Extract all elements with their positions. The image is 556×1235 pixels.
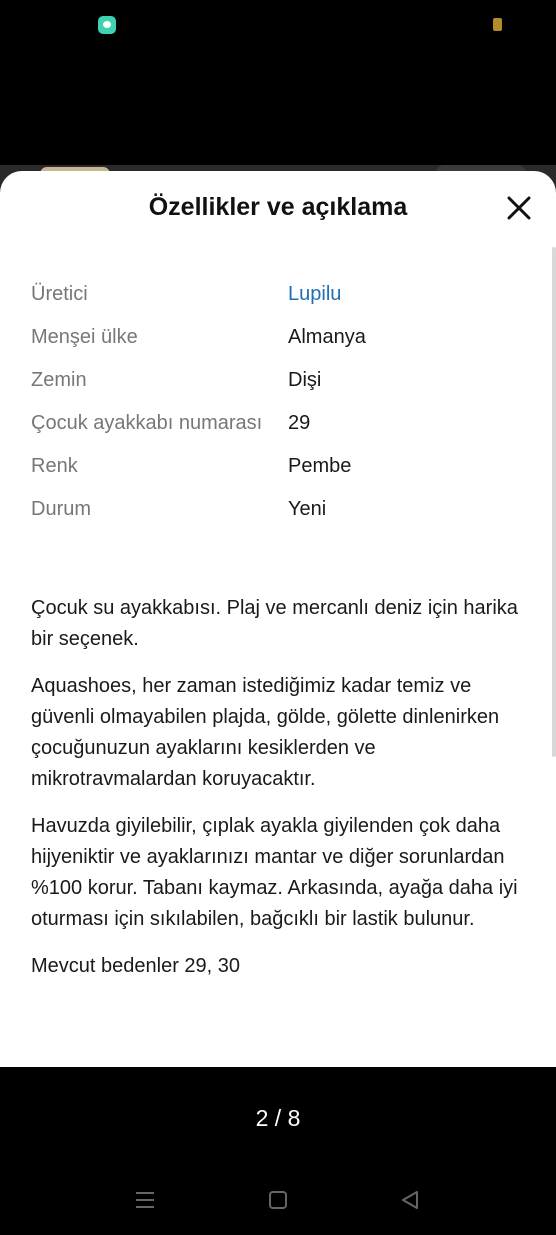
property-label: Çocuk ayakkabı numarası <box>31 412 263 434</box>
close-icon <box>507 196 531 220</box>
recents-icon <box>136 1192 154 1208</box>
back-button[interactable] <box>390 1180 430 1222</box>
home-button[interactable] <box>258 1180 298 1222</box>
close-button[interactable] <box>506 195 532 221</box>
description-paragraph: Havuzda giyilebilir, çıplak ayakla giyil… <box>31 815 518 930</box>
property-label: Renk <box>31 455 78 477</box>
property-label: Üretici <box>31 283 88 305</box>
scrollbar[interactable] <box>552 247 556 757</box>
property-row-origin: Menşei ülke Almanya <box>31 322 511 353</box>
property-value: Pembe <box>288 455 352 477</box>
battery-icon <box>493 18 502 31</box>
details-sheet: Özellikler ve açıklama Üretici Lupilu Me… <box>0 171 556 1067</box>
description: Çocuk su ayakkabısı. Plaj ve mercanlı de… <box>31 593 526 998</box>
description-paragraph: Aquashoes, her zaman istediğimiz kadar t… <box>31 675 500 790</box>
property-row-manufacturer: Üretici Lupilu <box>31 279 511 310</box>
property-row-shoe-size: Çocuk ayakkabı numarası 29 <box>31 408 511 439</box>
system-nav-bar <box>0 1180 556 1222</box>
status-bar <box>0 0 556 52</box>
property-value: Almanya <box>288 326 366 348</box>
property-row-condition: Durum Yeni <box>31 494 511 525</box>
description-paragraph: Çocuk su ayakkabısı. Plaj ve mercanlı de… <box>31 597 518 650</box>
back-icon <box>402 1191 418 1209</box>
image-pager-counter: 2 / 8 <box>255 1105 301 1131</box>
property-value: Yeni <box>288 498 327 520</box>
property-label: Zemin <box>31 369 87 391</box>
property-value: 29 <box>288 412 311 434</box>
chat-notification-icon <box>98 16 116 34</box>
description-paragraph: Mevcut bedenler 29, 30 <box>31 955 241 977</box>
home-icon <box>269 1191 287 1209</box>
sheet-title: Özellikler ve açıklama <box>148 193 408 221</box>
recents-button[interactable] <box>125 1180 165 1222</box>
property-row-color: Renk Pembe <box>31 451 511 482</box>
property-row-gender: Zemin Dişi <box>31 365 511 396</box>
properties-list: Üretici Lupilu Menşei ülke Almanya Zemin… <box>31 279 511 537</box>
property-label: Durum <box>31 498 92 520</box>
property-label: Menşei ülke <box>31 326 138 348</box>
manufacturer-link[interactable]: Lupilu <box>288 279 511 310</box>
property-value: Dişi <box>288 369 322 391</box>
